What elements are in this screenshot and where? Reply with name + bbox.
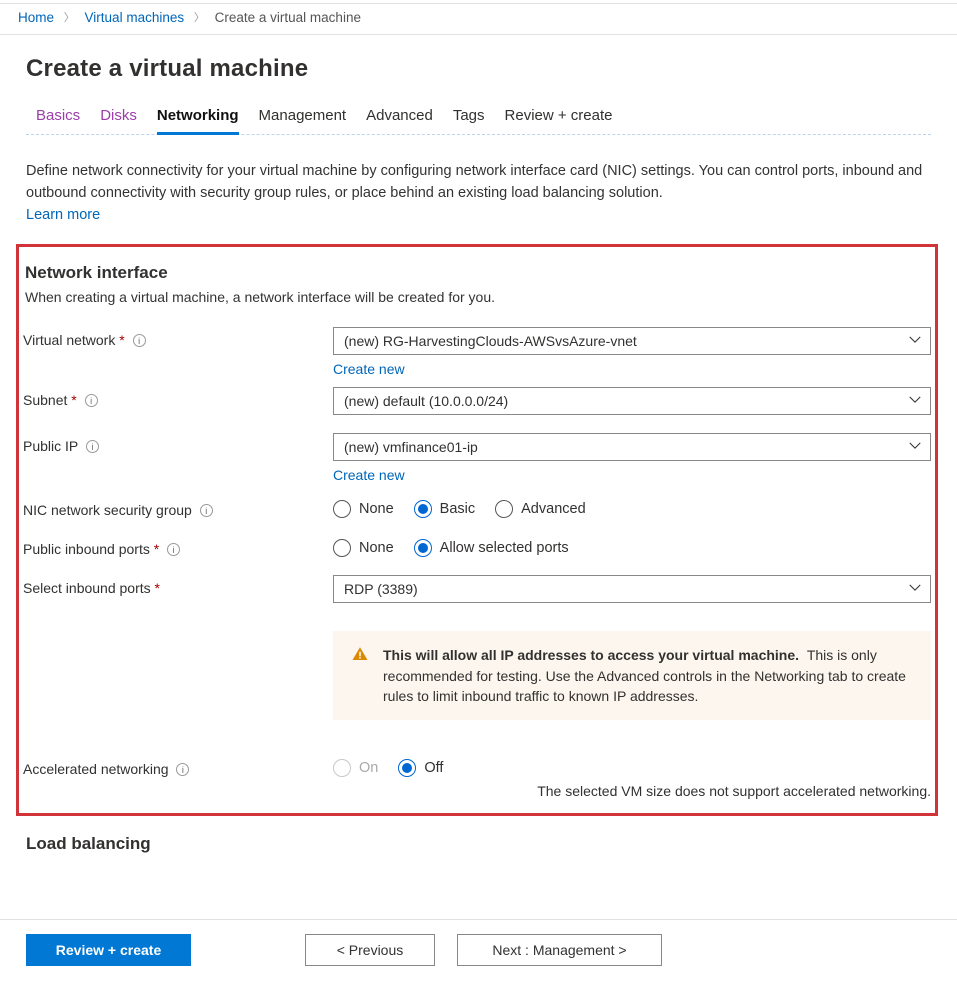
network-interface-section: Network interface When creating a virtua… — [16, 244, 938, 816]
chevron-right-icon: 〉 — [64, 12, 75, 24]
nsg-label: NIC network security group i — [23, 497, 333, 518]
info-icon[interactable]: i — [86, 440, 99, 453]
intro-text: Define network connectivity for your vir… — [26, 161, 931, 226]
learn-more-link[interactable]: Learn more — [26, 207, 100, 223]
vnet-label: Virtual network * i — [23, 327, 333, 348]
inbound-label: Select inbound ports * — [23, 575, 333, 596]
previous-button[interactable]: < Previous — [305, 934, 435, 966]
section-subtitle: When creating a virtual machine, a netwo… — [25, 289, 931, 305]
chevron-right-icon: 〉 — [194, 12, 205, 24]
chevron-down-icon — [908, 439, 922, 456]
chevron-down-icon — [908, 581, 922, 598]
next-button[interactable]: Next : Management > — [457, 934, 662, 966]
page-title: Create a virtual machine — [26, 55, 931, 83]
nsg-radio-basic[interactable]: Basic — [414, 500, 475, 518]
tab-management[interactable]: Management — [259, 101, 347, 134]
tab-basics[interactable]: Basics — [36, 101, 80, 134]
chevron-down-icon — [908, 333, 922, 350]
vnet-create-new-link[interactable]: Create new — [333, 361, 405, 377]
accel-radio-on: On — [333, 759, 378, 777]
tab-networking[interactable]: Networking — [157, 101, 239, 135]
ports-label: Public inbound ports * i — [23, 536, 333, 557]
breadcrumb-current: Create a virtual machine — [215, 10, 361, 25]
ports-radio-none[interactable]: None — [333, 539, 394, 557]
subnet-select[interactable]: (new) default (10.0.0.0/24) — [333, 387, 931, 415]
breadcrumb-vms[interactable]: Virtual machines — [85, 10, 185, 25]
info-icon[interactable]: i — [200, 504, 213, 517]
chevron-down-icon — [908, 393, 922, 410]
vnet-select[interactable]: (new) RG-HarvestingClouds-AWSvsAzure-vne… — [333, 327, 931, 355]
load-balancing-title: Load balancing — [26, 834, 931, 854]
breadcrumb-home[interactable]: Home — [18, 10, 54, 25]
tab-review[interactable]: Review + create — [505, 101, 613, 134]
info-icon[interactable]: i — [85, 394, 98, 407]
tab-tags[interactable]: Tags — [453, 101, 485, 134]
tab-advanced[interactable]: Advanced — [366, 101, 433, 134]
nsg-radio-none[interactable]: None — [333, 500, 394, 518]
tab-disks[interactable]: Disks — [100, 101, 137, 134]
tabs: Basics Disks Networking Management Advan… — [26, 101, 931, 135]
nsg-radio-advanced[interactable]: Advanced — [495, 500, 586, 518]
info-icon[interactable]: i — [133, 334, 146, 347]
info-icon[interactable]: i — [176, 763, 189, 776]
info-icon[interactable]: i — [167, 543, 180, 556]
subnet-label: Subnet * i — [23, 387, 333, 408]
ports-radio-allow[interactable]: Allow selected ports — [414, 539, 569, 557]
breadcrumb: Home 〉 Virtual machines 〉 Create a virtu… — [0, 4, 957, 35]
public-ip-select[interactable]: (new) vmfinance01-ip — [333, 433, 931, 461]
warning-banner: This will allow all IP addresses to acce… — [333, 631, 931, 720]
warning-icon — [351, 645, 369, 668]
footer: Review + create < Previous Next : Manage… — [0, 919, 957, 980]
public-ip-create-new-link[interactable]: Create new — [333, 467, 405, 483]
inbound-select[interactable]: RDP (3389) — [333, 575, 931, 603]
public-ip-label: Public IP i — [23, 433, 333, 454]
accel-hint: The selected VM size does not support ac… — [23, 783, 931, 799]
review-create-button[interactable]: Review + create — [26, 934, 191, 966]
accel-radio-off[interactable]: Off — [398, 759, 443, 777]
section-title: Network interface — [25, 263, 931, 283]
accel-label: Accelerated networking i — [23, 756, 333, 777]
